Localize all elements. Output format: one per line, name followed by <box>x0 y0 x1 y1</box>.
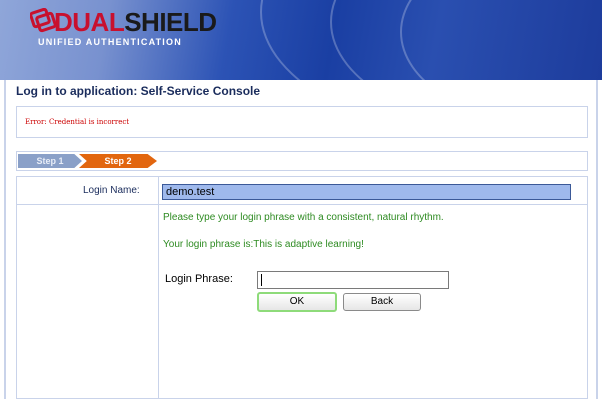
brand-tagline: UNIFIED AUTHENTICATION <box>38 37 182 47</box>
column-divider <box>158 177 159 398</box>
login-name-field: demo.test <box>162 184 571 200</box>
error-panel: Error: Credential is incorrect <box>16 106 588 138</box>
login-phrase-label: Login Phrase: <box>165 273 233 285</box>
step-2-indicator: Step 2 <box>79 154 157 168</box>
frame-right-border <box>596 80 598 399</box>
login-name-label: Login Name: <box>83 185 140 196</box>
header-banner: DUALSHIELD UNIFIED AUTHENTICATION <box>0 0 602 80</box>
brand-wordmark: DUALSHIELD <box>54 8 217 36</box>
page-title: Log in to application: Self-Service Cons… <box>16 84 261 98</box>
login-phrase-input[interactable] <box>257 271 449 289</box>
login-phrase-hint: Your login phrase is:This is adaptive le… <box>163 239 364 250</box>
text-caret <box>261 274 262 286</box>
error-message: Error: Credential is incorrect <box>25 118 130 126</box>
brand-part-dark: SHIELD <box>124 7 217 37</box>
rhythm-instruction: Please type your login phrase with a con… <box>163 212 444 223</box>
row-divider <box>17 204 587 205</box>
login-form: Login Name: demo.test Please type your l… <box>16 176 588 399</box>
brand-part-red: DUAL <box>54 7 125 37</box>
ok-button[interactable]: OK <box>257 292 337 312</box>
back-button[interactable]: Back <box>343 293 421 311</box>
step-1-indicator: Step 1 <box>18 154 82 168</box>
frame-left-border <box>4 80 6 399</box>
step-progress-bar: Step 1 Step 2 <box>16 151 588 171</box>
